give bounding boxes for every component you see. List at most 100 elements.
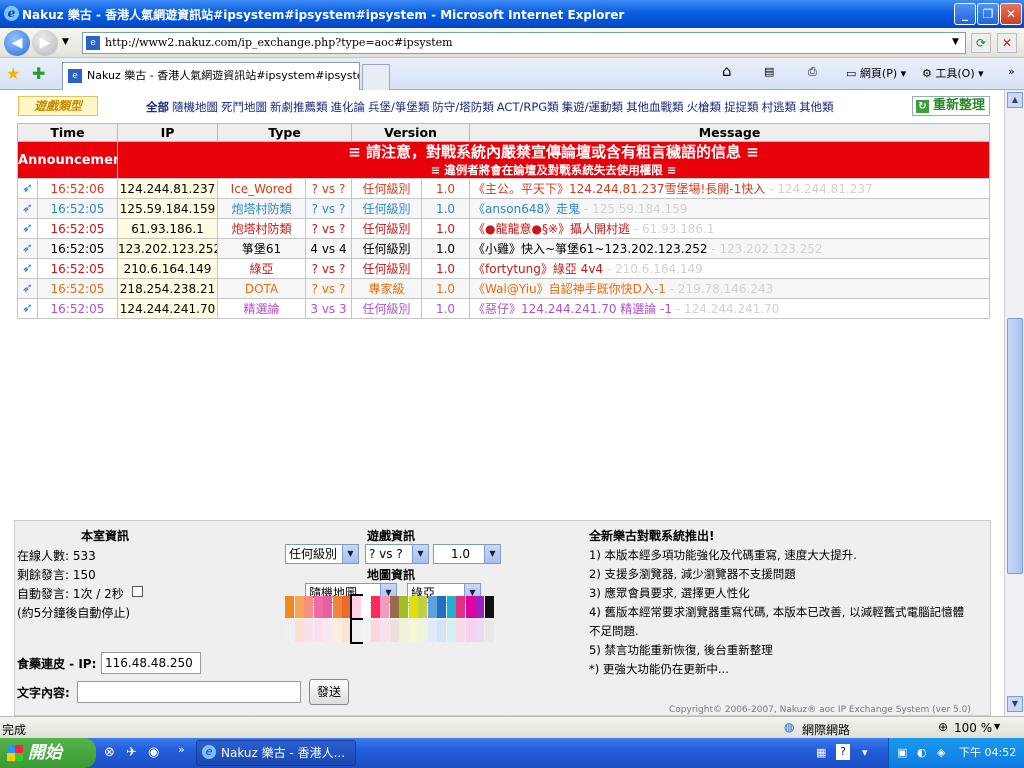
color-swatch[interactable] (418, 596, 427, 618)
join-game-icon[interactable]: ➶ (17, 298, 38, 319)
color-swatch[interactable] (437, 620, 446, 642)
stop-icon[interactable]: ✕ (997, 33, 1017, 53)
minimize-button[interactable]: _ (954, 3, 976, 25)
history-dropdown-icon[interactable]: ▼ (62, 37, 69, 47)
back-arrow-icon[interactable]: ◀ (4, 30, 30, 56)
color-swatch[interactable] (294, 596, 304, 618)
color-swatch[interactable] (294, 620, 304, 642)
color-swatch[interactable] (285, 620, 294, 642)
color-swatch[interactable] (456, 620, 465, 642)
color-swatch[interactable] (380, 620, 389, 642)
help-icon[interactable]: ? (836, 744, 850, 760)
game-type-category[interactable]: 全部 (146, 100, 169, 114)
taskbar-ie-button[interactable]: e Nakuz 樂古 - 香港人... (196, 740, 356, 766)
game-type-category[interactable]: 防守/塔防類 (432, 100, 493, 114)
game-type-category[interactable]: 死鬥地圖 (221, 100, 267, 114)
color-swatch[interactable] (446, 620, 456, 642)
address-input[interactable]: e http://www2.nakuz.com/ip_exchange.php?… (82, 32, 966, 54)
quicklaunch-icon-2[interactable]: ✈ (126, 745, 137, 760)
quicklaunch-more-icon[interactable]: » (178, 743, 185, 756)
color-swatch[interactable] (304, 596, 313, 618)
color-swatch[interactable] (332, 620, 342, 642)
table-row[interactable]: ➶ 16:52:05 61.93.186.1 炮塔村防類? vs ? 任何級別 1.0 《●… (17, 218, 991, 239)
color-swatch[interactable] (370, 620, 380, 642)
game-type-category[interactable]: 其他血戰類 (626, 100, 684, 114)
feeds-icon[interactable]: ▤ (764, 65, 774, 78)
color-swatch[interactable] (313, 596, 323, 618)
color-swatch[interactable] (349, 594, 363, 620)
join-game-icon[interactable]: ➶ (17, 198, 38, 219)
color-swatch[interactable] (456, 596, 465, 618)
ip-input[interactable]: 116.48.48.250 (101, 652, 201, 674)
start-button[interactable]: 開始 (0, 738, 96, 768)
table-row[interactable]: ➶ 16:52:05 123.202.123.252 箏堡61 4 vs 4 任何級別 1.… (17, 238, 991, 259)
game-type-category[interactable]: 村逃類 (762, 100, 797, 114)
color-swatch[interactable] (349, 618, 363, 644)
scroll-up-icon[interactable]: ▲ (1007, 92, 1023, 108)
game-type-category[interactable]: 火槍類 (687, 100, 722, 114)
color-swatch[interactable] (475, 596, 484, 618)
refresh-button[interactable]: ↻ 重新整理 (911, 96, 990, 116)
color-swatch[interactable] (389, 596, 399, 618)
network-icon[interactable]: ▣ (897, 738, 907, 768)
color-swatch[interactable] (323, 596, 332, 618)
tray-arrow-icon[interactable]: ▾ (862, 746, 868, 759)
join-game-icon[interactable]: ➶ (17, 258, 38, 279)
game-type-category[interactable]: 兵堡/箏堡類 (368, 100, 429, 114)
vertical-scrollbar[interactable]: ▲ ▼ (1004, 90, 1024, 716)
color-swatch[interactable] (427, 596, 437, 618)
color-swatch[interactable] (446, 596, 456, 618)
join-game-icon[interactable]: ➶ (17, 218, 38, 239)
volume-icon[interactable]: ◐ (917, 738, 927, 768)
table-row[interactable]: ➶ 16:52:05 124.244.241.70 精選論 3 vs 3 任何級別 1.0 《… (17, 298, 991, 319)
game-type-category[interactable]: 進化論 (331, 100, 366, 114)
color-swatch[interactable] (408, 620, 418, 642)
join-game-icon[interactable]: ➶ (17, 178, 38, 199)
color-swatch[interactable] (380, 596, 389, 618)
version-select[interactable]: 1.0 ▼ (433, 544, 501, 564)
color-swatch[interactable] (361, 620, 370, 642)
color-swatch[interactable] (475, 620, 484, 642)
scroll-down-icon[interactable]: ▼ (1007, 696, 1023, 712)
table-row[interactable]: ➶ 16:52:05 125.59.184.159 炮塔村防類? vs ? 任何級別 1.… (17, 198, 991, 219)
scroll-thumb[interactable] (1007, 318, 1023, 574)
color-swatch[interactable] (437, 596, 446, 618)
color-swatch[interactable] (399, 596, 408, 618)
page-menu[interactable]: ▭ 網頁(P) ▾ (846, 65, 906, 81)
favorites-star-icon[interactable]: ★ (6, 64, 20, 83)
address-dropdown-icon[interactable]: ▼ (952, 37, 959, 47)
color-swatch[interactable] (389, 620, 399, 642)
color-swatch[interactable] (399, 620, 408, 642)
color-swatch[interactable] (342, 620, 351, 642)
table-row[interactable]: ➶ 16:52:05 210.6.164.149 綠亞? vs ? 任何級別 1.0 《fo… (17, 258, 991, 279)
color-swatch[interactable] (370, 596, 380, 618)
color-swatch[interactable] (361, 596, 370, 618)
color-swatch[interactable] (304, 620, 313, 642)
chevron-more-icon[interactable]: » (1008, 65, 1015, 78)
keyboard-icon[interactable]: ▦ (816, 746, 826, 759)
send-button[interactable]: 發送 (309, 679, 349, 705)
game-type-category[interactable]: 新劇推薦類 (270, 100, 328, 114)
quicklaunch-icon-1[interactable]: ⊗ (104, 745, 115, 760)
print-icon[interactable]: ⎙ (808, 65, 817, 79)
join-game-icon[interactable]: ➶ (17, 278, 38, 299)
level-select[interactable]: 任何級別 ▼ (285, 544, 359, 564)
game-type-category[interactable]: ACT/RPG類 (497, 100, 559, 114)
close-button[interactable]: ✕ (1000, 3, 1022, 25)
zoom-dropdown-icon[interactable]: ▼ (994, 722, 1000, 731)
maximize-button[interactable]: ❐ (977, 3, 999, 25)
color-swatch[interactable] (323, 620, 332, 642)
color-swatch[interactable] (332, 596, 342, 618)
security-icon[interactable]: ◈ (937, 738, 945, 768)
color-swatch[interactable] (484, 596, 494, 618)
new-tab-button[interactable] (362, 64, 390, 90)
forward-arrow-icon[interactable]: ▶ (32, 30, 58, 56)
refresh-icon[interactable]: ⟳ (971, 33, 991, 53)
auto-post-checkbox[interactable] (132, 586, 143, 597)
vs-select[interactable]: ? vs ? ▼ (365, 544, 429, 564)
game-type-category[interactable]: 集遊/運動類 (562, 100, 623, 114)
color-swatch[interactable] (465, 596, 475, 618)
game-type-category[interactable]: 隨機地圖 (172, 100, 218, 114)
color-swatch[interactable] (427, 620, 437, 642)
add-favorites-icon[interactable]: ✚ (32, 64, 45, 83)
